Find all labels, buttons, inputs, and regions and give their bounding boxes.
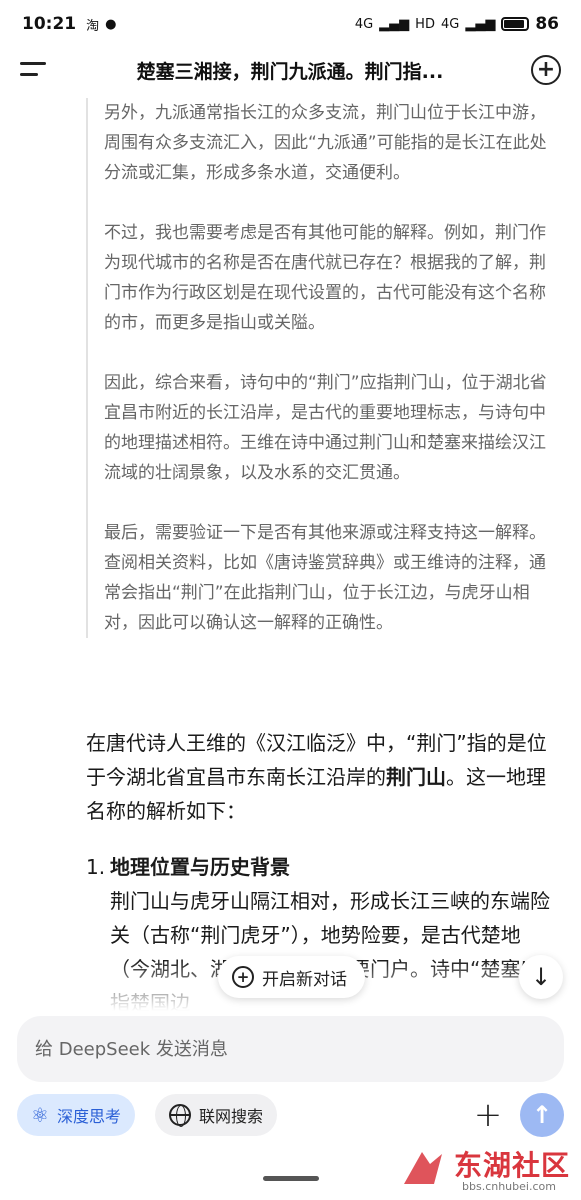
message-input[interactable] (17, 1016, 564, 1082)
thinking-paragraph: 因此，综合来看，诗句中的“荆门”应指荆门山，位于湖北省宜昌市附近的长江沿岸，是古… (104, 373, 547, 483)
thinking-paragraph: 最后，需要验证一下是否有其他来源或注释支持这一解释。查阅相关资料，比如《唐诗鉴赏… (104, 523, 546, 633)
globe-icon (169, 1104, 191, 1127)
status-time: 10:21 (22, 14, 77, 34)
message-input-container (17, 1016, 564, 1082)
plus-icon: + (473, 1095, 503, 1135)
section-number: 1. (86, 855, 106, 879)
answer-intro: 在唐代诗人王维的《汉江临泛》中，“荆门”指的是位于今湖北省宜昌市东南长江沿岸的荆… (86, 726, 556, 828)
thinking-paragraph: 另外，九派通常指长江的众多支流，荆门山位于长江中游，周围有众多支流汇入，因此“九… (104, 103, 547, 183)
menu-icon[interactable] (20, 60, 48, 80)
watermark: 东湖社区 bbs.cnhubei.com (402, 1140, 577, 1198)
attach-button[interactable]: + (468, 1094, 508, 1136)
web-search-toggle[interactable]: 联网搜索 (155, 1094, 278, 1136)
signal-bars-icon-2: ▂▄▆ (465, 16, 496, 32)
watermark-url: bbs.cnhubei.com (462, 1180, 556, 1193)
web-search-label: 联网搜索 (199, 1107, 264, 1126)
signal-4g-icon-2: 4G (440, 16, 460, 32)
new-chat-label: 开启新对话 (262, 969, 347, 990)
status-bar: 10:21 淘 ● 4G ▂▄▆ HD 4G ▂▄▆ 86 (0, 0, 581, 48)
hd-icon: HD (415, 16, 435, 32)
watermark-brand: 东湖社区 (454, 1149, 571, 1182)
answer-intro-bold: 荆门山 (386, 765, 446, 789)
plus-circle-icon: + (232, 966, 254, 988)
watermark-logo-icon (404, 1152, 442, 1184)
chat-notification-icon: ● (105, 16, 117, 32)
signal-4g-icon: 4G (354, 16, 374, 32)
deep-think-label: 深度思考 (56, 1107, 121, 1126)
send-button[interactable]: ↑ (520, 1093, 564, 1137)
deep-think-toggle[interactable]: ⚛ 深度思考 (17, 1094, 135, 1136)
scroll-down-button[interactable]: ↓ (519, 955, 563, 999)
new-chat-button[interactable]: + 开启新对话 (218, 956, 365, 998)
thinking-paragraph: 不过，我也需要考虑是否有其他可能的解释。例如，荆门作为现代城市的名称是否在唐代就… (104, 223, 546, 333)
app-header: 楚塞三湘接，荆门九派通。荆门指... + (0, 48, 581, 92)
home-indicator[interactable] (263, 1176, 319, 1181)
section-heading: 地理位置与历史背景 (110, 855, 290, 879)
arrow-up-icon: ↑ (531, 1101, 553, 1129)
battery-percent: 86 (535, 14, 559, 34)
status-right: 4G ▂▄▆ HD 4G ▂▄▆ 86 (355, 14, 559, 34)
taobao-notification-icon: 淘 (86, 18, 100, 34)
arrow-down-icon: ↓ (530, 963, 552, 991)
signal-bars-icon: ▂▄▆ (379, 16, 410, 32)
conversation-title: 楚塞三湘接，荆门九派通。荆门指... (136, 60, 444, 83)
new-chat-icon[interactable]: + (531, 55, 561, 85)
battery-icon (501, 17, 530, 31)
atom-icon: ⚛ (31, 1103, 49, 1127)
thinking-block: 另外，九派通常指长江的众多支流，荆门山位于长江中游，周围有众多支流汇入，因此“九… (86, 98, 556, 638)
